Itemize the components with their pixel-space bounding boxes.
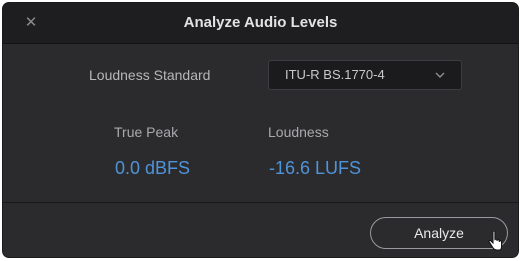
chevron-down-icon: [435, 72, 445, 78]
loudness-standard-label: Loudness Standard: [89, 67, 211, 83]
pointer-cursor-icon: [488, 231, 502, 251]
loudness-value: -16.6 LUFS: [269, 158, 362, 178]
footer-divider: [3, 202, 518, 203]
true-peak-label: True Peak: [114, 124, 179, 140]
loudness-standard-select[interactable]: ITU-R BS.1770-4: [268, 60, 462, 90]
loudness-label: Loudness: [268, 124, 329, 140]
dialog-title: Analyze Audio Levels: [183, 14, 338, 31]
analyze-audio-levels-dialog: Analyze Audio Levels ✕ Loudness Standard…: [3, 3, 518, 257]
true-peak-value: 0.0 dBFS: [115, 158, 191, 178]
title-bar: Analyze Audio Levels ✕: [3, 3, 518, 44]
close-icon[interactable]: ✕: [21, 12, 41, 32]
loudness-standard-value: ITU-R BS.1770-4: [285, 67, 385, 82]
